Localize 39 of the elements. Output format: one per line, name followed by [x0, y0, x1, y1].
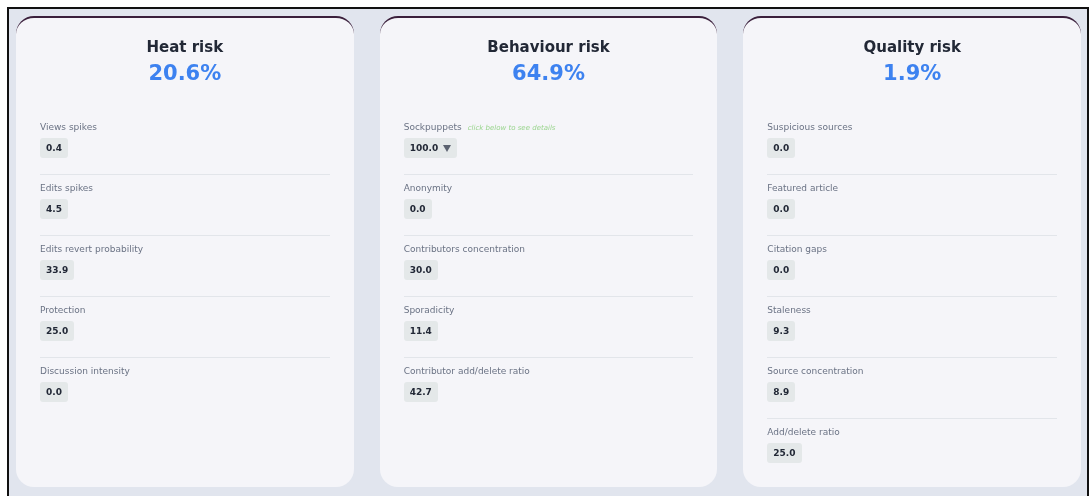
metric-label: Add/delete ratio [767, 427, 840, 437]
metric-value: 0.0 [767, 260, 796, 280]
metric-dropdown[interactable]: 100.0 [403, 138, 458, 158]
metric-value: 25.0 [40, 321, 75, 341]
metric-label: Contributor add/delete ratio [403, 366, 530, 376]
metric-value: 30.0 [403, 260, 438, 280]
metric-value: 0.0 [403, 199, 432, 219]
metric-label: Contributors concentration [403, 244, 525, 254]
metric-label: Views spikes [40, 122, 97, 132]
metric-value: 33.9 [40, 260, 75, 280]
caret-icon [443, 144, 452, 152]
metric-label: Staleness [767, 305, 811, 315]
risk-score: 1.9% [882, 61, 943, 85]
metric-value: 0.4 [40, 138, 68, 158]
metric-label: Source concentration [767, 366, 864, 376]
metric-value: 0.0 [767, 199, 796, 219]
risk-score: 20.6% [147, 61, 223, 85]
card-title: Behaviour risk [486, 38, 611, 56]
metric-label: Suspicious sources [767, 122, 853, 132]
metric-value: 8.9 [767, 382, 796, 402]
metric-label: Featured article [767, 183, 839, 193]
metric-label: Citation gaps [767, 244, 827, 254]
metric-value: 9.3 [767, 321, 796, 341]
metric-value: 0.0 [40, 382, 68, 402]
metric-label: Sockpuppets [403, 122, 462, 132]
card-title: Quality risk [862, 38, 962, 56]
metric-value: 0.0 [767, 138, 796, 158]
metric-value: 25.0 [767, 443, 802, 463]
metric-value: 11.4 [403, 321, 438, 341]
metric-value: 4.5 [40, 199, 68, 219]
metric-label: Edits spikes [40, 183, 93, 193]
risk-score: 64.9% [511, 61, 586, 85]
metric-label: Anonymity [403, 183, 453, 193]
metric-value: 42.7 [403, 382, 438, 402]
card-title: Heat risk [145, 38, 225, 56]
metric-label: Edits revert probability [40, 244, 143, 254]
metric-label: Sporadicity [403, 305, 455, 315]
metric-label: Protection [40, 305, 86, 315]
metric-label: Discussion intensity [40, 366, 130, 376]
